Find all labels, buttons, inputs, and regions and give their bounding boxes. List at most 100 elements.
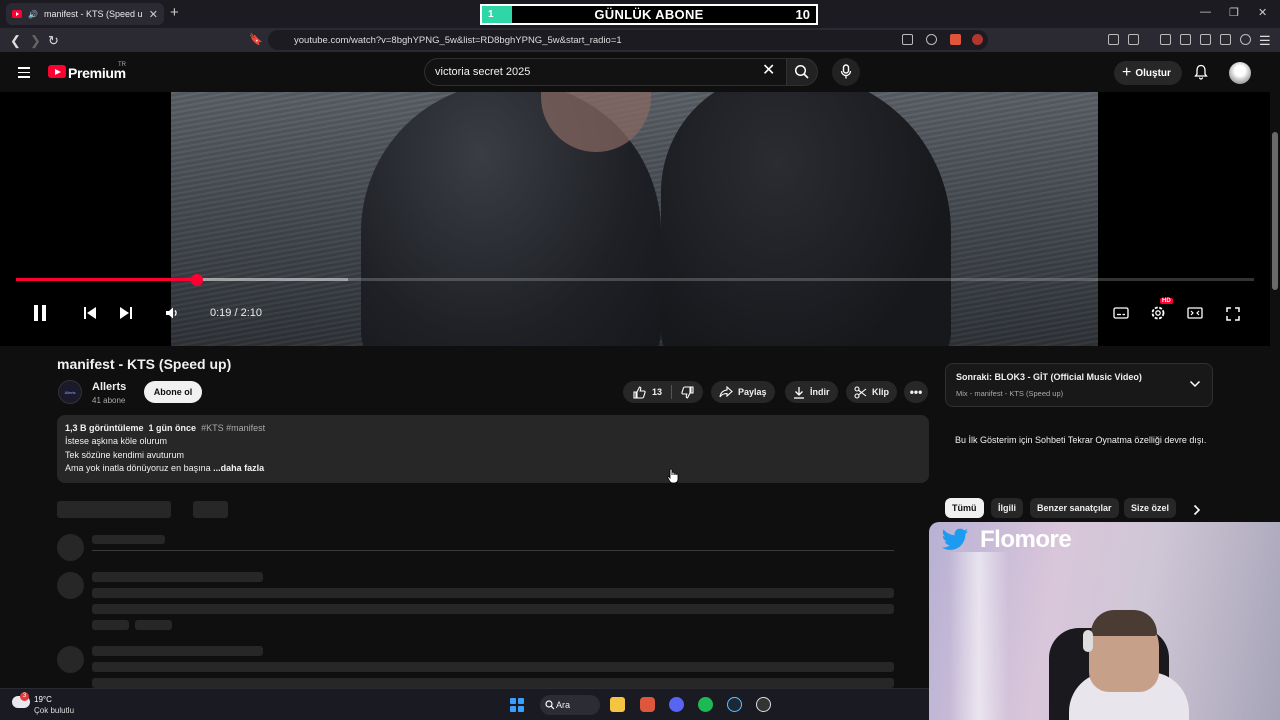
share-button[interactable]: Paylaş — [711, 381, 775, 403]
user-avatar[interactable] — [1229, 62, 1251, 84]
pause-icon[interactable] — [32, 304, 48, 322]
thumbs-down-icon[interactable] — [681, 385, 694, 399]
youtube-header: Premium TR victoria secret 2025 ✕ + Oluş… — [0, 52, 1280, 92]
scrollbar-thumb[interactable] — [1272, 132, 1278, 290]
chip-similar-artists[interactable]: Benzer sanatçılar — [1030, 498, 1119, 518]
goal-progress-fill: 1 — [482, 6, 512, 23]
settings-gear-icon[interactable] — [1150, 305, 1166, 321]
notifications-bell-icon[interactable] — [1193, 64, 1209, 80]
video-figure-right — [661, 92, 951, 346]
create-label: Oluştur — [1135, 67, 1171, 79]
share-icon — [719, 386, 733, 398]
temperature[interactable]: 19°C — [34, 695, 52, 704]
reload-icon[interactable]: ↻ — [48, 33, 59, 49]
share-page-icon[interactable] — [926, 34, 937, 45]
upload-age: 1 gün önce — [148, 423, 197, 433]
minimize-icon[interactable]: — — [1200, 6, 1211, 18]
url-field[interactable]: youtube.com/watch?v=8bghYPNG_5w&list=RD8… — [268, 30, 988, 50]
comment-avatar-skeleton — [57, 534, 84, 561]
rewards-icon[interactable] — [972, 34, 983, 45]
browser-tab[interactable]: 🔊 manifest - KTS (Speed up) - Y ✕ — [6, 3, 164, 25]
download-button[interactable]: İndir — [785, 381, 838, 403]
weather-condition[interactable]: Çok bulutlu — [34, 706, 74, 715]
back-icon[interactable]: ❮ — [10, 33, 21, 49]
sidebar-icon[interactable] — [1180, 34, 1191, 45]
comments-header-skeleton — [57, 501, 171, 518]
like-button[interactable]: 13 — [633, 385, 662, 399]
extensions-icon[interactable] — [1108, 34, 1119, 45]
up-next-card[interactable]: Sonraki: BLOK3 - GİT (Official Music Vid… — [945, 363, 1213, 407]
comment-line-skeleton — [92, 588, 894, 598]
speaker-icon[interactable]: 🔊 — [28, 10, 38, 19]
windows-start-icon[interactable] — [510, 698, 524, 712]
brave-shields-icon[interactable] — [950, 34, 961, 45]
view-count: 1,3 B görüntüleme — [65, 423, 144, 433]
description-box[interactable]: 1,3 B görüntüleme 1 gün önce #KTS #manif… — [57, 415, 929, 483]
microphone-icon — [840, 64, 852, 79]
leo-ai-icon[interactable] — [1220, 34, 1231, 45]
maximize-icon[interactable]: ❐ — [1229, 6, 1239, 19]
taskbar-search[interactable]: Ara — [540, 695, 600, 715]
chip-all[interactable]: Tümü — [945, 498, 984, 518]
bookmark-icon[interactable]: 🔖 — [249, 33, 263, 46]
theater-mode-icon[interactable] — [1187, 307, 1203, 319]
time-display: 0:19 / 2:10 — [210, 307, 262, 319]
comment-avatar-skeleton — [57, 572, 84, 599]
chevron-right-icon[interactable] — [1193, 504, 1201, 516]
more-actions-icon[interactable]: ••• — [904, 381, 928, 403]
description-tags[interactable]: #KTS #manifest — [201, 423, 265, 433]
create-button[interactable]: + Oluştur — [1114, 61, 1182, 85]
show-more-link[interactable]: ...daha fazla — [213, 463, 264, 473]
previous-icon[interactable] — [83, 306, 97, 320]
next-icon[interactable] — [119, 306, 133, 320]
forward-icon[interactable]: ❯ — [30, 33, 41, 49]
browser-address-bar: ❮ ❯ ↻ 🔖 youtube.com/watch?v=8bghYPNG_5w&… — [0, 28, 1280, 52]
menu-icon[interactable]: ☰ — [1259, 33, 1271, 49]
clear-search-icon[interactable]: ✕ — [762, 63, 775, 79]
vpn-icon[interactable] — [1240, 34, 1251, 45]
hamburger-menu-icon[interactable] — [18, 67, 30, 81]
music-icon[interactable] — [1160, 34, 1171, 45]
goal-label: GÜNLÜK ABONE — [594, 7, 704, 22]
volume-icon[interactable] — [165, 306, 179, 320]
discord-icon[interactable] — [669, 697, 684, 712]
channel-name[interactable]: Allerts — [92, 381, 126, 393]
search-icon — [794, 64, 809, 79]
fullscreen-icon[interactable] — [1226, 307, 1240, 321]
steam-icon[interactable] — [727, 697, 742, 712]
comment-author-skeleton — [92, 572, 263, 582]
country-code: TR — [118, 62, 126, 68]
video-player[interactable]: 0:19 / 2:10 HD — [0, 92, 1270, 346]
wallet-icon[interactable] — [1200, 34, 1211, 45]
video-title: manifest - KTS (Speed up) — [57, 356, 232, 372]
progress-scrubber[interactable] — [190, 274, 203, 286]
voice-search-button[interactable] — [832, 58, 860, 86]
daily-subscriber-goal-banner: 1 GÜNLÜK ABONE 10 — [480, 4, 818, 25]
tab-close-icon[interactable]: ✕ — [149, 8, 158, 21]
brave-browser-icon[interactable] — [640, 697, 655, 712]
subtitles-icon[interactable] — [1113, 307, 1129, 319]
channel-avatar[interactable]: Allerts — [58, 380, 82, 404]
screenshot-icon[interactable] — [1128, 34, 1139, 45]
chip-for-you[interactable]: Size özel — [1124, 498, 1177, 518]
comment-avatar-skeleton — [57, 646, 84, 673]
cast-icon[interactable] — [902, 34, 913, 45]
subscribe-button[interactable]: Abone ol — [144, 381, 202, 403]
description-line-3: Ama yok inatla dönüyoruz en başına — [65, 462, 211, 473]
clip-button[interactable]: Klip — [846, 381, 897, 403]
search-input[interactable]: victoria secret 2025 — [424, 58, 786, 86]
spotify-icon[interactable] — [698, 697, 713, 712]
chevron-down-icon[interactable] — [1189, 380, 1201, 388]
chip-related[interactable]: İlgili — [991, 498, 1023, 518]
softbox-light — [949, 552, 1009, 720]
thumbs-up-icon — [633, 385, 646, 399]
file-explorer-icon[interactable] — [610, 697, 625, 712]
youtube-logo-icon[interactable] — [48, 65, 66, 78]
comment-line-skeleton — [92, 662, 894, 672]
window-close-icon[interactable]: ✕ — [1258, 6, 1267, 19]
new-tab-icon[interactable]: + — [170, 4, 179, 21]
search-button[interactable] — [786, 58, 818, 86]
app-icon[interactable] — [756, 697, 771, 712]
streamer-hair — [1091, 610, 1157, 636]
channel-subscriber-count: 41 abone — [92, 396, 126, 405]
